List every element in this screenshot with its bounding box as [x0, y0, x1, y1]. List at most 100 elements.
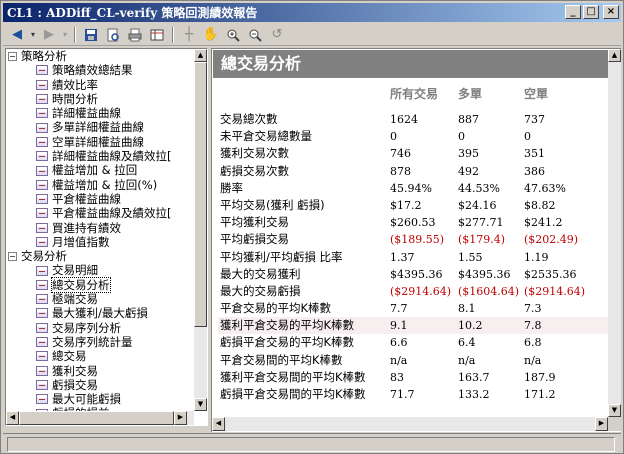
minimize-button[interactable]: _: [565, 5, 581, 19]
crosshair-icon[interactable]: ┼: [179, 26, 199, 44]
tree-item[interactable]: 買進持有績效: [6, 221, 194, 235]
report-page-icon: [36, 265, 48, 276]
tree-item[interactable]: 平倉權益曲線: [6, 192, 194, 206]
row-label: 最大的交易獲利: [220, 266, 301, 281]
report-page-icon: [36, 394, 48, 405]
report-page-icon: [36, 122, 48, 133]
scroll-down-button[interactable]: ▼: [608, 404, 621, 417]
tree-item[interactable]: 平倉權益曲線及績效拉[: [6, 206, 194, 220]
value-all-trades: 746: [390, 147, 411, 161]
tree-item[interactable]: 時間分析: [6, 92, 194, 106]
collapse-toggle-icon[interactable]: −: [8, 51, 17, 61]
zoom-in-icon[interactable]: [223, 26, 243, 44]
value-all-trades: $17.2: [390, 198, 422, 212]
scroll-track[interactable]: [225, 417, 595, 431]
print-icon[interactable]: [125, 26, 145, 44]
value-long-trades: 10.2: [458, 319, 483, 333]
scroll-left-button[interactable]: ◀: [212, 417, 225, 431]
value-all-trades: 878: [390, 164, 411, 178]
section-header: 總交易分析: [213, 50, 609, 78]
scroll-right-button[interactable]: ▶: [595, 417, 608, 431]
preview-icon[interactable]: [103, 26, 123, 44]
tree-group-label: 交易分析: [21, 249, 67, 264]
forward-arrow-icon[interactable]: ▶: [39, 26, 59, 44]
table-row: 平均交易(獲利 虧損) $17.2 $24.16 $8.82: [218, 197, 608, 214]
value-long-trades: n/a: [458, 353, 476, 367]
content-vertical-scrollbar[interactable]: ▲ ▼: [608, 49, 621, 417]
tree-item[interactable]: 空單詳細權益曲線: [6, 135, 194, 149]
scroll-right-button[interactable]: ▶: [174, 411, 187, 425]
scroll-down-button[interactable]: ▼: [194, 398, 207, 411]
value-short-trades: 0: [524, 130, 531, 144]
report-page-icon: [36, 151, 48, 162]
table-row: 平均獲利/平均虧損 比率 1.37 1.55 1.19: [218, 249, 608, 266]
table-row: 最大的交易獲利 $4395.36 $4395.36 $2535.36: [218, 266, 608, 283]
status-field: [7, 437, 615, 452]
tree-vertical-scrollbar[interactable]: ▲ ▼: [194, 49, 207, 411]
dropdown-arrow-icon[interactable]: ▾: [29, 26, 37, 44]
tree-horizontal-scrollbar[interactable]: ◀ ▶: [6, 411, 194, 425]
collapse-toggle-icon[interactable]: −: [8, 251, 17, 261]
tree-item[interactable]: 詳細權益曲線及績效拉[: [6, 149, 194, 163]
tree-item[interactable]: 權益增加 & 拉回(%): [6, 178, 194, 192]
tree-group[interactable]: − 交易分析: [6, 249, 194, 263]
save-icon[interactable]: [81, 26, 101, 44]
report-page-icon: [36, 222, 48, 233]
tree-item[interactable]: 策略績效總結果: [6, 63, 194, 77]
tree-item[interactable]: 最大獲利/最大虧損: [6, 306, 194, 320]
tree-item[interactable]: 月增值指數: [6, 235, 194, 249]
tree-item-label: 虧損交易: [52, 377, 98, 392]
value-short-trades: 737: [524, 113, 545, 126]
value-short-trades: 187.9: [524, 370, 556, 384]
value-short-trades: 7.3: [524, 302, 542, 316]
value-short-trades: $241.2: [524, 216, 563, 230]
tree-group[interactable]: − 策略分析: [6, 49, 194, 63]
scroll-up-button[interactable]: ▲: [608, 49, 621, 62]
dropdown-arrow-icon[interactable]: ▾: [61, 26, 69, 44]
column-header-long: 多單: [458, 87, 483, 101]
report-page-icon: [36, 94, 48, 105]
tree-item[interactable]: 交易序列統計量: [6, 335, 194, 349]
scroll-up-button[interactable]: ▲: [194, 49, 207, 62]
tree-item-label: 交易序列統計量: [52, 334, 133, 349]
scroll-thumb[interactable]: [194, 62, 207, 327]
toolbar-separator: [172, 26, 174, 43]
value-all-trades: 71.7: [390, 388, 415, 401]
navigation-tree[interactable]: − 策略分析 策略績效總結果 績效比率 時間分析 詳細權益曲線 多單詳細權益曲線 空單詳細權益…: [5, 48, 208, 426]
stats-table: 交易總次數 1624 887 737 未平倉交易總數量 0 0 0 獲利交易次數 746 395 35…: [218, 111, 608, 403]
row-label: 勝率: [220, 180, 243, 195]
tree-item-label: 空單詳細權益曲線: [52, 134, 144, 149]
tree-item[interactable]: 詳細權益曲線: [6, 106, 194, 120]
title-bar[interactable]: CL1 : ADDiff_CL-verify 策略回測績效報告 _ □ ×: [3, 3, 621, 22]
table-row: 平倉交易間的平均K棒數 n/a n/a n/a: [218, 352, 608, 369]
tree-item-label: 極端交易: [52, 292, 98, 307]
tree-item-label: 最大可能虧損: [52, 392, 121, 407]
tree-item[interactable]: 多單詳細權益曲線: [6, 120, 194, 134]
maximize-button[interactable]: □: [583, 5, 599, 19]
undo-zoom-icon[interactable]: ↺: [267, 26, 287, 44]
tree-item[interactable]: 獲利交易: [6, 364, 194, 378]
close-button[interactable]: ×: [603, 5, 619, 19]
hand-icon[interactable]: ✋: [201, 26, 221, 44]
tree-item[interactable]: 績效比率: [6, 78, 194, 92]
tree-item[interactable]: 交易明細: [6, 263, 194, 277]
grid-icon[interactable]: [147, 26, 167, 44]
value-long-trades: 0: [458, 130, 465, 144]
value-long-trades: ($1604.64): [458, 284, 520, 298]
table-row: 平均虧損交易 ($189.55) ($179.4) ($202.49): [218, 231, 608, 248]
tree-item[interactable]: 總交易分析: [6, 276, 194, 294]
report-page-icon: [36, 379, 48, 390]
tree-item[interactable]: 權益增加 & 拉回: [6, 163, 194, 177]
tree-item[interactable]: 虧損交易: [6, 378, 194, 392]
content-horizontal-scrollbar[interactable]: ◀ ▶: [212, 417, 608, 431]
tree-item[interactable]: 極端交易: [6, 292, 194, 306]
back-arrow-icon[interactable]: ◀: [7, 26, 27, 44]
column-header-short: 空單: [524, 87, 549, 101]
tree-item[interactable]: 最大可能虧損: [6, 392, 194, 406]
zoom-out-icon[interactable]: [245, 26, 265, 44]
row-label: 平均獲利交易: [220, 215, 289, 230]
tree-item[interactable]: 交易序列分析: [6, 321, 194, 335]
scroll-left-button[interactable]: ◀: [6, 411, 19, 425]
tree-item[interactable]: 總交易: [6, 349, 194, 363]
scroll-thumb[interactable]: [19, 411, 174, 425]
